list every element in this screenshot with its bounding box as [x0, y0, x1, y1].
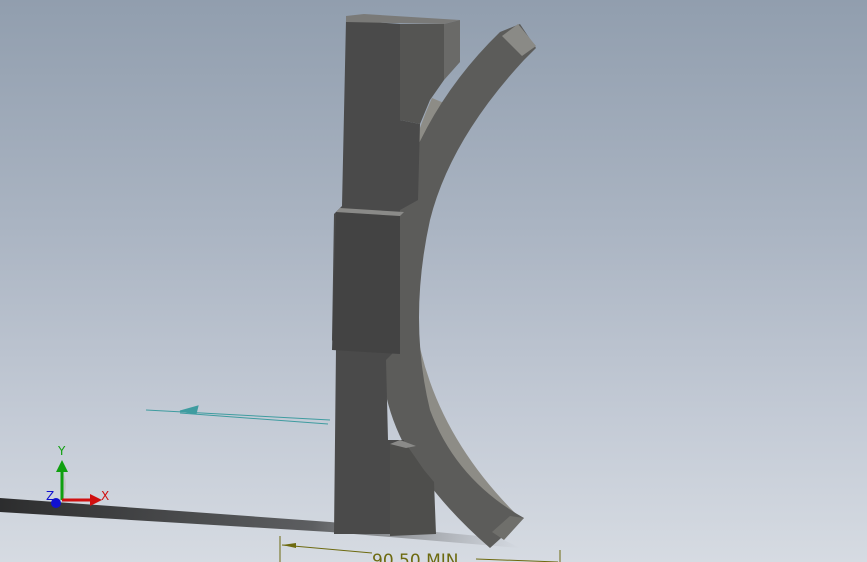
triad-z-label: Z [46, 489, 54, 503]
reference-sketch-line[interactable] [145, 405, 331, 425]
triad-x-label: X [101, 489, 109, 503]
graphics-viewport[interactable]: 90.50 MIN Y X Z [0, 0, 867, 562]
reference-triad: Y X Z [46, 444, 109, 508]
body-middle-block [332, 212, 400, 354]
ground-shadow [0, 498, 520, 548]
triad-y-label: Y [57, 444, 66, 458]
dimension-annotation[interactable]: 90.50 MIN [279, 536, 561, 562]
dimension-value: 90.50 MIN [372, 551, 458, 562]
model-canvas[interactable]: 90.50 MIN Y X Z [0, 0, 867, 562]
body-top-side [444, 20, 460, 80]
